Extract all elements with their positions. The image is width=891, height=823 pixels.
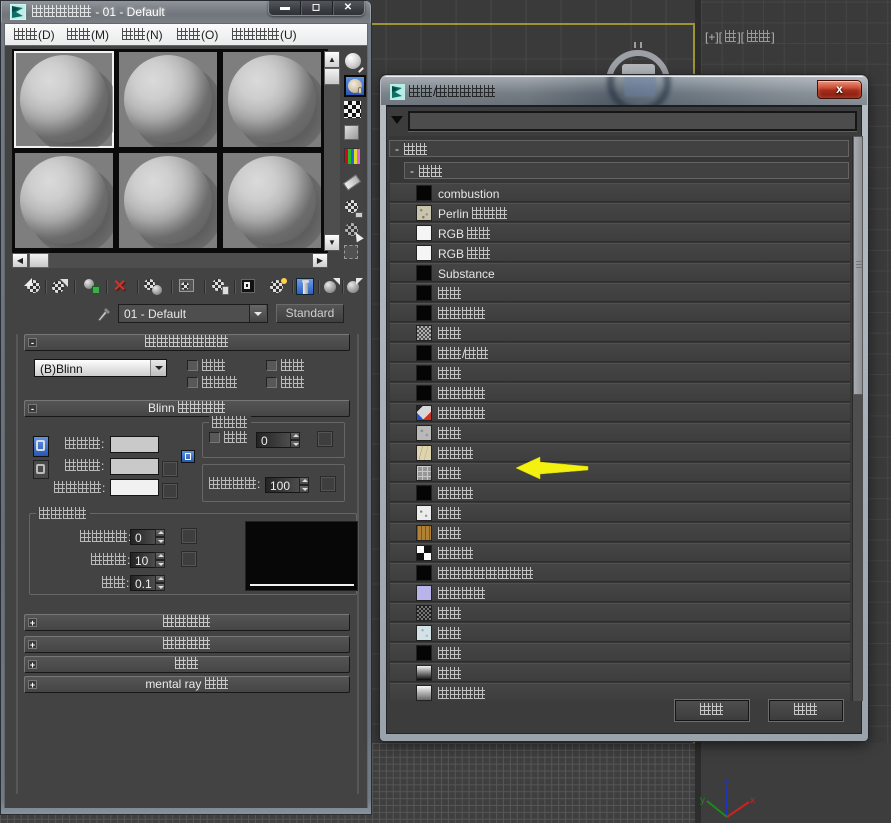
svg-text:x: x: [750, 795, 755, 806]
svg-text:z: z: [724, 775, 729, 786]
svg-text:y: y: [700, 795, 705, 806]
